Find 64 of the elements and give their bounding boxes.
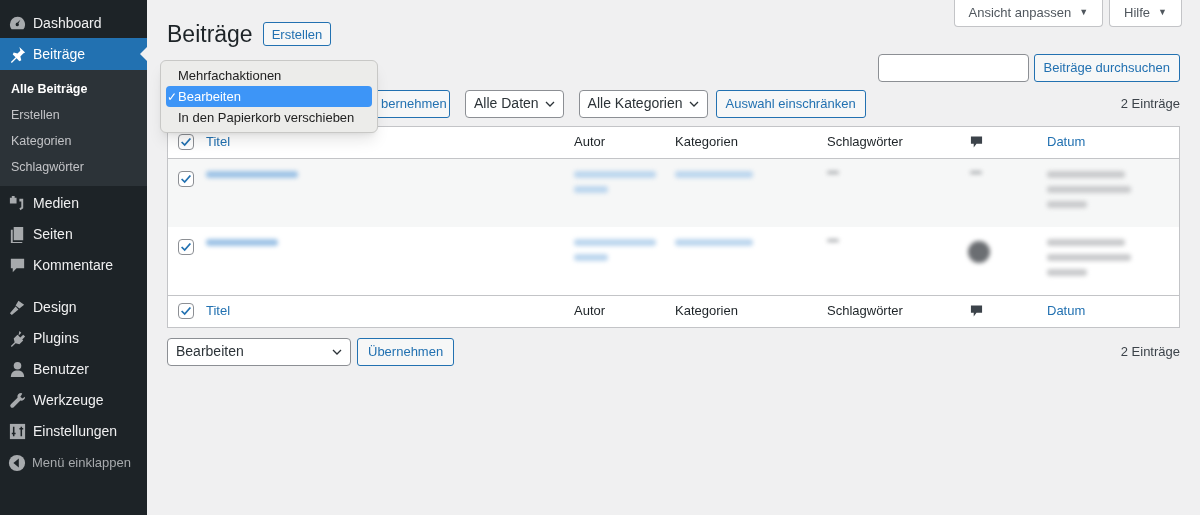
- column-header[interactable]: Titel: [206, 132, 574, 152]
- plug-icon: [8, 329, 27, 348]
- checkbox[interactable]: [178, 170, 194, 187]
- page-title: Beiträge: [167, 20, 253, 49]
- sidebar-item[interactable]: Medien: [0, 188, 147, 219]
- item-count: 2 Einträge: [1120, 94, 1180, 113]
- chevron-icon: [332, 348, 342, 355]
- sidebar-item[interactable]: Seiten: [0, 219, 147, 250]
- comment-icon: [970, 135, 983, 149]
- sliders-icon: [8, 422, 27, 441]
- submenu-item[interactable]: Schlagwörter: [0, 154, 147, 180]
- chevron-icon: [688, 100, 699, 107]
- screen-tab[interactable]: Hilfe ▼: [1109, 0, 1182, 27]
- sidebar-item[interactable]: Beiträge: [0, 38, 147, 70]
- column-header: Kategorien: [675, 133, 739, 152]
- collapse-icon[interactable]: [8, 453, 26, 472]
- screen-tab[interactable]: Ansicht anpassen ▼: [953, 0, 1104, 27]
- apply-button[interactable]: Übernehmen: [357, 337, 455, 366]
- column-header: Autor: [574, 302, 607, 321]
- menu-item[interactable]: Mehrfachaktionen: [166, 65, 372, 86]
- blurred-text: [574, 185, 608, 193]
- avatar-blur: [968, 240, 990, 263]
- blurred-text: [574, 253, 608, 261]
- bulk-action-select[interactable]: Bearbeiten: [167, 337, 351, 366]
- search-field[interactable]: [877, 53, 1029, 82]
- chevron-icon: [544, 100, 555, 107]
- column-header[interactable]: Titel: [206, 301, 574, 321]
- create-button[interactable]: Erstellen: [262, 22, 332, 47]
- submenu-item[interactable]: Kategorien: [0, 128, 147, 154]
- blurred-text: [206, 238, 278, 246]
- column-header: Autor: [574, 133, 607, 152]
- submenu-item[interactable]: Alle Beiträge: [0, 76, 147, 102]
- checkbox[interactable]: [178, 238, 194, 255]
- filter-select[interactable]: Alle Daten: [465, 89, 564, 118]
- sidebar-item[interactable]: Dashboard: [0, 8, 147, 39]
- collapse-menu-link[interactable]: Menü einklappen: [32, 452, 132, 473]
- search-button[interactable]: Beiträge durchsuchen: [1033, 53, 1180, 82]
- column-header[interactable]: Datum: [1047, 301, 1179, 321]
- filter-button[interactable]: Auswahl einschränken: [715, 89, 866, 118]
- filter-select[interactable]: Alle Kategorien: [578, 89, 708, 118]
- checkbox[interactable]: [178, 303, 194, 319]
- checkmark-icon: ✓: [166, 87, 178, 106]
- sidebar-item[interactable]: Einstellungen: [0, 416, 147, 447]
- submenu-item[interactable]: Erstellen: [0, 102, 147, 128]
- column-header: Schlagwörter: [827, 133, 904, 152]
- item-count: 2 Einträge: [1120, 342, 1180, 361]
- sidebar-item[interactable]: Design: [0, 292, 147, 323]
- sidebar-item[interactable]: Plugins: [0, 323, 147, 354]
- caret-icon: ▼: [1079, 6, 1089, 20]
- comment-icon: [970, 304, 983, 318]
- sidebar-item[interactable]: Benutzer: [0, 354, 147, 385]
- wrench-icon: [8, 391, 27, 410]
- sidebar-item[interactable]: Kommentare: [0, 250, 147, 281]
- sidebar-item[interactable]: Werkzeuge: [0, 385, 147, 416]
- caret-icon: ▼: [1158, 6, 1167, 20]
- column-header: Kategorien: [675, 302, 739, 321]
- column-header: Schlagwörter: [827, 302, 904, 321]
- paintbrush-icon: [8, 298, 27, 317]
- user-icon: [8, 360, 27, 379]
- blurred-text: [1047, 200, 1087, 208]
- column-header[interactable]: Datum: [1047, 132, 1179, 152]
- checkbox[interactable]: [178, 134, 194, 150]
- blurred-text: [1047, 268, 1087, 276]
- menu-pointer: [140, 47, 147, 61]
